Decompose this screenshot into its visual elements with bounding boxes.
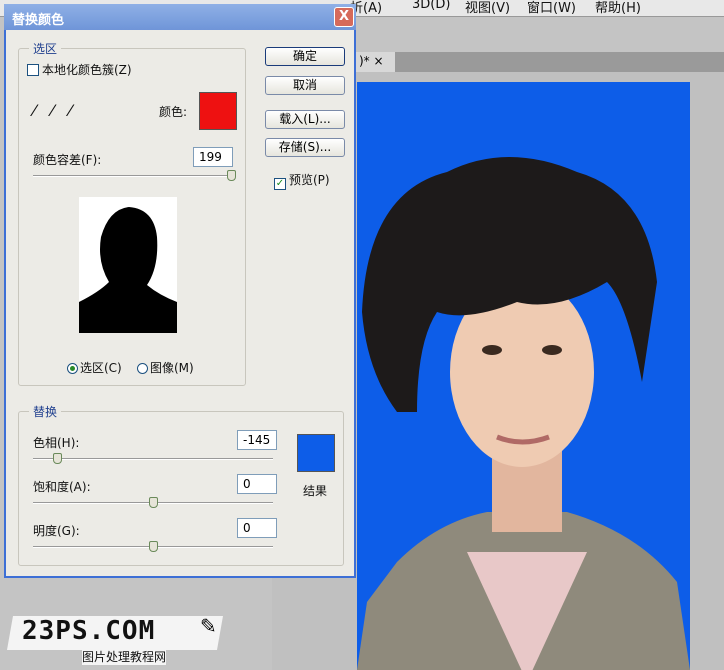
load-button[interactable]: 载入(L)... [265, 110, 345, 129]
hue-input[interactable]: -145 [237, 430, 277, 450]
eyedropper-minus-icon[interactable]: ⁄ [69, 101, 72, 120]
menu-window[interactable]: 窗口(W) [527, 0, 576, 16]
color-label: 颜色: [159, 105, 188, 119]
pencil-icon: ✎ [200, 614, 217, 638]
watermark: 23PS.COM 图片处理教程网 ✎ [7, 612, 230, 666]
menu-3d[interactable]: 3D(D) [412, 0, 450, 12]
photo [357, 82, 690, 670]
eyedropper-tools: ⁄ ⁄ ⁄ [33, 101, 72, 120]
eyedropper-plus-icon[interactable]: ⁄ [51, 101, 54, 120]
cancel-button[interactable]: 取消 [265, 76, 345, 95]
dialog-titlebar[interactable]: 替换颜色 X [4, 4, 356, 30]
document-tab[interactable]: )* × [355, 52, 395, 72]
close-button[interactable]: X [334, 7, 354, 27]
saturation-slider-thumb[interactable] [149, 497, 158, 508]
document-tab-bar: )* × [355, 52, 724, 72]
radio-image[interactable]: 图像(M) [137, 359, 194, 376]
lightness-input[interactable]: 0 [237, 518, 277, 538]
radio-image-label: 图像(M) [150, 361, 194, 375]
watermark-subtitle: 图片处理教程网 [82, 648, 167, 665]
result-color-swatch[interactable] [297, 434, 335, 472]
lightness-slider-thumb[interactable] [149, 541, 158, 552]
dialog-title: 替换颜色 [12, 13, 65, 28]
saturation-slider[interactable] [33, 497, 273, 508]
saturation-label: 饱和度(A): [33, 480, 91, 494]
localized-clusters-label: 本地化颜色簇(Z) [42, 63, 132, 77]
fuzziness-label: 颜色容差(F): [33, 153, 102, 167]
menu-view[interactable]: 视图(V) [465, 0, 510, 16]
ok-button[interactable]: 确定 [265, 47, 345, 66]
menu-help[interactable]: 帮助(H) [595, 0, 641, 16]
lightness-slider[interactable] [33, 541, 273, 552]
radio-selection[interactable]: 选区(C) [67, 359, 122, 376]
localized-clusters-checkbox[interactable]: 本地化颜色簇(Z) [27, 61, 132, 78]
preview-label: 预览(P) [289, 173, 330, 187]
selection-group: 选区 本地化颜色簇(Z) ⁄ ⁄ ⁄ 颜色: 颜色容差(F): 199 选区(C… [18, 40, 246, 386]
result-label: 结果 [303, 484, 328, 498]
replace-group: 替换 色相(H): -145 饱和度(A): 0 明度(G): 0 结果 [18, 403, 344, 566]
fuzziness-slider[interactable] [33, 170, 236, 181]
fuzziness-input[interactable]: 199 [193, 147, 233, 167]
hue-slider[interactable] [33, 453, 273, 464]
saturation-input[interactable]: 0 [237, 474, 277, 494]
selection-preview [79, 197, 177, 333]
hue-label: 色相(H): [33, 436, 80, 450]
replace-color-dialog: 替换颜色 X 选区 本地化颜色簇(Z) ⁄ ⁄ ⁄ 颜色: 颜色容差(F): 1… [4, 4, 356, 578]
lightness-label: 明度(G): [33, 524, 80, 538]
eyedropper-icon[interactable]: ⁄ [33, 101, 36, 120]
selection-group-label: 选区 [29, 40, 62, 57]
selection-color-swatch[interactable] [199, 92, 237, 130]
preview-checkbox[interactable]: ✓ 预览(P) [274, 171, 330, 190]
hue-slider-thumb[interactable] [53, 453, 62, 464]
replace-group-label: 替换 [29, 403, 62, 420]
radio-selection-label: 选区(C) [80, 361, 122, 375]
save-button[interactable]: 存储(S)... [265, 138, 345, 157]
watermark-logo: 23PS.COM [22, 616, 156, 646]
fuzziness-slider-thumb[interactable] [227, 170, 236, 181]
